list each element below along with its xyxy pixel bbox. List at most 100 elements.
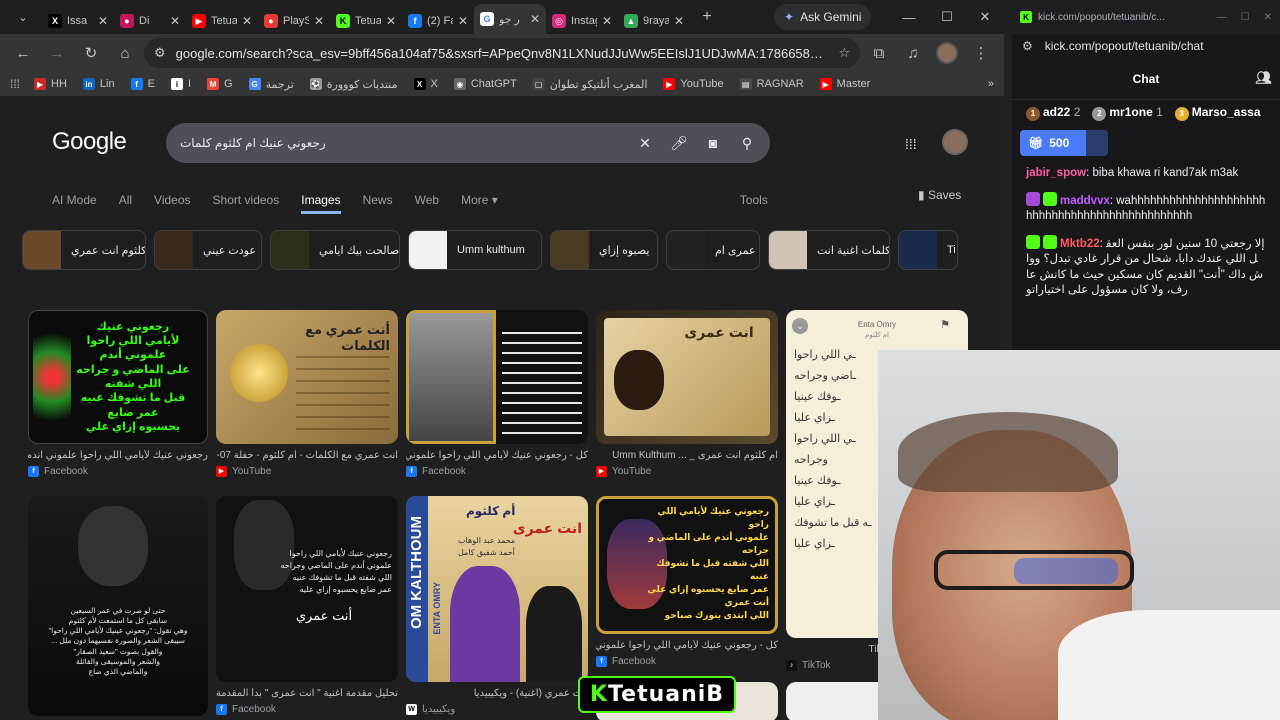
bookmark-item[interactable]: ▶ YouTube [663,78,724,90]
voice-search-icon[interactable]: 🎤︎ [670,135,688,152]
result-caption[interactable]: تحليل مقدمة أغنية " انت عمرى " بدأ المقد… [216,688,398,700]
saves-button[interactable]: ▮ Saves [918,188,961,202]
ask-gemini-button[interactable]: ✦ Ask Gemini [774,4,872,30]
image-result-1[interactable]: رجعوني عنيك لأيامي اللي راحوا علموني أندم ع… [28,310,208,477]
maximize-button[interactable]: ☐ [1241,12,1250,23]
image-result-4[interactable]: انت عمرى ام كلثوم انت عمرى _ ... Umm Kul… [596,310,778,477]
related-chip[interactable]: كلمات اغنية انت [768,230,890,270]
leader-entry[interactable]: 1 ad22 2 [1026,105,1080,121]
close-icon[interactable]: ✕ [602,14,612,28]
chat-username[interactable]: maddvvx [1060,195,1110,207]
result-thumbnail[interactable]: أنت عمري مع الكلمات [216,310,398,444]
profile-avatar[interactable] [932,38,962,68]
bookmark-item[interactable]: in Lin [82,78,115,90]
close-icon[interactable]: ✕ [242,14,252,28]
site-info-icon[interactable]: ⚙ [1022,39,1033,53]
close-window-button[interactable]: ✕ [1264,12,1272,23]
bookmark-item[interactable]: ◉ ChatGPT [453,78,517,90]
leader-entry[interactable]: 2 mr1one 1 [1092,105,1163,121]
result-caption[interactable]: كل - رجعوني عنيك لأيامي اللي راحوا علمون… [596,640,778,652]
google-account-avatar[interactable] [942,129,968,155]
search-query[interactable]: رجعوني عنيك ام كلثوم كلمات [180,136,620,150]
browser-menu-icon[interactable]: ⋮ [966,38,996,68]
tab-more[interactable]: More ▾ [461,193,498,207]
result-source[interactable]: f Facebook [216,703,398,715]
minimize-button[interactable]: — [1217,12,1227,23]
bookmark-item[interactable]: XX [413,78,438,90]
related-chip[interactable]: يصبوه إزاي [550,230,658,270]
media-control-icon[interactable]: ♫ [898,38,928,68]
related-chip[interactable]: صالحت بيك ايامي [270,230,400,270]
result-source[interactable]: f Facebook [406,465,588,477]
search-box[interactable]: رجعوني عنيك ام كلثوم كلمات ✕ 🎤︎ ◙ ⚲ [166,123,770,163]
image-result-6[interactable]: حتى لو صرت في عمر السبعين سابقى كل ما است… [28,496,208,716]
google-apps-icon[interactable]: ⁞⁞⁞ [905,136,917,152]
close-window-button[interactable]: ✕ [966,0,1004,34]
close-icon[interactable]: ✕ [458,14,468,28]
tab-7[interactable]: G ر جو ✕ [474,4,546,34]
result-source[interactable]: ▶ YouTube [216,465,398,477]
chat-username[interactable]: jabir_spow [1026,167,1086,179]
related-chip[interactable]: كلثوم انت عمري [22,230,146,270]
tab-5[interactable]: K Tetuani ✕ [330,8,402,34]
result-source[interactable]: f Facebook [596,655,778,667]
result-thumbnail[interactable]: رجعوني عنيك لأيامي اللي راحوا علموني أندم… [216,496,398,682]
related-chip[interactable]: Ti [898,230,958,270]
result-source[interactable]: ▶ YouTube [596,465,778,477]
tab-search-button[interactable]: ⌄ [10,4,36,30]
result-thumbnail[interactable]: رجعوني عنيك لأيامي اللي راحوا علموني أندم ع… [28,310,208,444]
tab-all[interactable]: All [119,193,132,207]
tab-9[interactable]: ▲ 9raya f ✕ [618,8,690,34]
close-icon[interactable]: ✕ [386,14,396,28]
result-caption[interactable]: كل - رجعوني عنيك لأيامي اللي راحوا علمون… [406,450,588,462]
result-caption[interactable]: ام كلثوم انت عمرى _ ... Umm Kulthum [596,450,778,462]
result-caption[interactable]: إنت عمري (أغنية) - ويكيبيديا [406,688,588,700]
tab-videos[interactable]: Videos [154,193,190,207]
users-icon[interactable]: 👥︎ [1255,70,1272,86]
tab-news[interactable]: News [363,193,393,207]
close-icon[interactable]: ✕ [530,12,540,26]
bookmarks-overflow-icon[interactable]: » [988,78,994,90]
close-icon[interactable]: ✕ [674,14,684,28]
image-result-9[interactable]: رجعوني عنيك لأيامي اللي راحو علموني أندم … [596,496,778,667]
bookmark-item[interactable]: ▶ HH [34,78,67,90]
bookmark-item[interactable]: MG [207,78,233,90]
close-icon[interactable]: ✕ [170,14,180,28]
address-bar[interactable]: ⚙ google.com/search?sca_esv=9bff456a104a… [144,38,860,68]
close-icon[interactable]: ✕ [314,14,324,28]
bookmark-item[interactable]: iI [170,78,191,90]
tab-web[interactable]: Web [415,193,439,207]
result-thumbnail[interactable]: حتى لو صرت في عمر السبعين سابقى كل ما است… [28,496,208,716]
chat-address-bar[interactable]: ⚙ kick.com/popout/tetuanib/chat [1012,34,1280,58]
tab-8[interactable]: ◎ Instagr ✕ [546,8,618,34]
tab-1[interactable]: X Issa ✕ [42,8,114,34]
minimize-button[interactable]: — [890,0,928,34]
result-source[interactable]: W ويكيبيديا [406,703,588,715]
extensions-icon[interactable]: ⧉ [864,38,894,68]
google-logo[interactable]: Google [52,128,127,156]
reload-button[interactable]: ↻ [76,38,106,68]
result-caption[interactable]: رجعوني عنيك لأيامي اللي راحوا علموني اند… [28,450,208,462]
bookmark-star-icon[interactable]: ☆ [838,45,850,61]
tab-images[interactable]: Images [301,193,341,214]
bookmark-item[interactable]: fE [130,78,155,90]
bookmark-item[interactable]: G ترجمة [248,78,294,91]
image-result-3[interactable]: كل - رجعوني عنيك لأيامي اللي راحوا علمون… [406,310,588,477]
lens-search-icon[interactable]: ◙ [704,135,722,151]
related-chip[interactable]: عودت عيني [154,230,262,270]
site-info-icon[interactable]: ⚙ [154,45,166,61]
bookmark-item[interactable]: ▢ المغرب أتلتيكو تطوان [532,78,647,91]
leader-entry[interactable]: 3 Marso_assa [1174,105,1261,121]
chat-username[interactable]: Mktb22 [1060,238,1100,250]
forward-button[interactable]: → [42,38,72,68]
related-chip[interactable]: عمرى ام [666,230,760,270]
tab-short-videos[interactable]: Short videos [213,193,280,207]
result-thumbnail[interactable]: OM KALTHOUM ENTA OMRY أم كلثوم انت عمرى … [406,496,588,682]
bookmark-item[interactable]: ⚽ منتديات كووورة [309,78,398,91]
bookmark-item[interactable]: ▶ Master [819,78,870,90]
result-caption[interactable]: انت عمري مع الكلمات - ام كلثوم - حفلة 07… [216,450,398,462]
tab-ai-mode[interactable]: AI Mode [52,193,97,207]
result-thumbnail[interactable] [406,310,588,444]
tab-6[interactable]: f (2) Face ✕ [402,8,474,34]
image-result-2[interactable]: أنت عمري مع الكلمات انت عمري مع الكلمات … [216,310,398,477]
